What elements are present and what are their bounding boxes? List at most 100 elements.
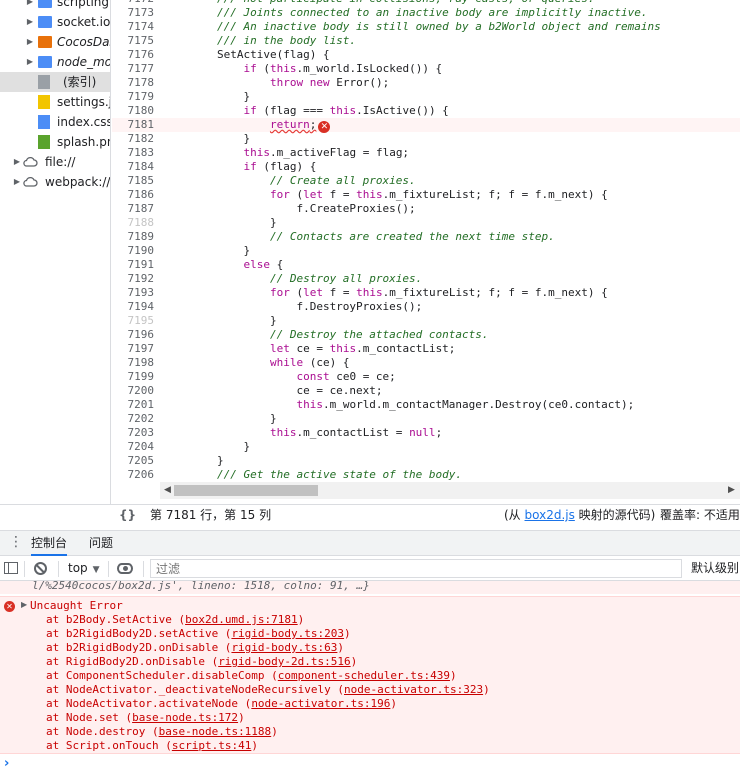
line-number[interactable]: 7180 [112,104,155,118]
line-number[interactable]: 7195 [112,314,155,328]
code-line[interactable]: 7174 /// An inactive body is still owned… [112,20,740,34]
code-line[interactable]: 7188 } [112,216,740,230]
context-selector[interactable]: top ▼ [68,557,100,582]
line-number[interactable]: 7194 [112,300,155,314]
stack-frame-link[interactable]: component-scheduler.ts:439 [278,669,450,682]
line-number[interactable]: 7179 [112,90,155,104]
code-line[interactable]: 7202 } [112,412,740,426]
line-number[interactable]: 7202 [112,412,155,426]
stack-frame-link[interactable]: rigid-body.ts:203 [231,627,344,640]
code-line[interactable]: 7201 this.m_world.m_contactManager.Destr… [112,398,740,412]
tree-item[interactable]: ▶ node_mod [0,52,110,72]
line-number[interactable]: 7181 [112,118,155,132]
tree-item[interactable]: settings.js [0,92,110,112]
expand-arrow-icon[interactable]: ▶ [12,152,22,172]
code-line[interactable]: 7182 } [112,132,740,146]
expand-arrow-icon[interactable]: ▶ [25,52,35,72]
line-number[interactable]: 7191 [112,258,155,272]
tree-item[interactable]: index.css [0,112,110,132]
line-number[interactable]: 7185 [112,174,155,188]
line-number[interactable]: 7197 [112,342,155,356]
code-line[interactable]: 7176 SetActive(flag) { [112,48,740,62]
source-file-link[interactable]: box2d.js [525,508,575,522]
code-line[interactable]: 7183 this.m_activeFlag = flag; [112,146,740,160]
code-line[interactable]: 7199 const ce0 = ce; [112,370,740,384]
scroll-right-arrow-icon[interactable]: ▶ [728,482,735,499]
line-number[interactable]: 7178 [112,76,155,90]
live-expression-eye-icon[interactable] [117,563,133,574]
line-number[interactable]: 7201 [112,398,155,412]
code-line[interactable]: 7180 if (flag === this.IsActive()) { [112,104,740,118]
stack-frame-link[interactable]: node-activator.ts:323 [344,683,483,696]
code-line[interactable]: 7187 f.CreateProxies(); [112,202,740,216]
code-line[interactable]: 7178 throw new Error(); [112,76,740,90]
expand-arrow-icon[interactable]: ▶ [12,172,22,192]
stack-frame-link[interactable]: script.ts:41 [172,739,251,752]
tree-item[interactable]: ▶ scripting [0,0,110,12]
line-number[interactable]: 7189 [112,230,155,244]
tree-item[interactable]: ▶ webpack:// [0,172,110,192]
line-number[interactable]: 7186 [112,188,155,202]
line-number[interactable]: 7198 [112,356,155,370]
editor-horizontal-scrollbar[interactable]: ◀ ▶ [160,482,740,499]
code-line[interactable]: 7203 this.m_contactList = null; [112,426,740,440]
code-line[interactable]: 7206 /// Get the active state of the bod… [112,468,740,482]
code-line[interactable]: 7185 // Create all proxies. [112,174,740,188]
code-line[interactable]: 7191 else { [112,258,740,272]
line-number[interactable]: 7177 [112,62,155,76]
code-editor[interactable]: 7172 /// not participate in collisions, … [112,0,740,482]
more-menu-icon[interactable]: ⋮ [9,535,23,549]
line-number[interactable]: 7192 [112,272,155,286]
line-number[interactable]: 7184 [112,160,155,174]
code-line[interactable]: 7204 } [112,440,740,454]
stack-frame-link[interactable]: node-activator.ts:196 [251,697,390,710]
error-title[interactable]: Uncaught Error [30,599,123,613]
code-line[interactable]: 7200 ce = ce.next; [112,384,740,398]
log-level-dropdown[interactable]: 默认级别 [691,557,739,580]
line-number[interactable]: 7203 [112,426,155,440]
code-line[interactable]: 7184 if (flag) { [112,160,740,174]
line-number[interactable]: 7190 [112,244,155,258]
line-number[interactable]: 7175 [112,34,155,48]
line-number[interactable]: 7193 [112,286,155,300]
code-line[interactable]: 7190 } [112,244,740,258]
line-number[interactable]: 7183 [112,146,155,160]
line-number[interactable]: 7188 [112,216,155,230]
stack-frame-link[interactable]: rigid-body.ts:63 [231,641,337,654]
code-line[interactable]: 7186 for (let f = this.m_fixtureList; f;… [112,188,740,202]
tree-item[interactable]: ▶ CocosDash [0,32,110,52]
stack-frame-link[interactable]: base-node.ts:1188 [159,725,272,738]
scrollbar-thumb[interactable] [174,485,318,496]
tree-item[interactable]: ▶ socket.io [0,12,110,32]
tree-item[interactable]: splash.png [0,132,110,152]
scroll-left-arrow-icon[interactable]: ◀ [164,482,171,499]
code-line[interactable]: 7189 // Contacts are created the next ti… [112,230,740,244]
stack-frame-link[interactable]: rigid-body-2d.ts:516 [218,655,350,668]
clear-console-icon[interactable] [34,562,47,575]
tab-console[interactable]: 控制台 [31,531,68,556]
line-number[interactable]: 7196 [112,328,155,342]
tab-issues[interactable]: 问题 [89,531,113,556]
line-number[interactable]: 7176 [112,48,155,62]
tree-item[interactable]: (索引) [0,72,110,92]
tree-item[interactable]: ▶ file:// [0,152,110,172]
code-line[interactable]: 7175 /// in the body list. [112,34,740,48]
code-line[interactable]: 7196 // Destroy the attached contacts. [112,328,740,342]
line-number[interactable]: 7182 [112,132,155,146]
line-number[interactable]: 7205 [112,454,155,468]
stack-frame-link[interactable]: base-node.ts:172 [132,711,238,724]
expand-arrow-icon[interactable]: ▶ [25,12,35,32]
line-number[interactable]: 7173 [112,6,155,20]
code-line[interactable]: 7179 } [112,90,740,104]
filter-input[interactable] [150,559,682,578]
code-line[interactable]: 7192 // Destroy all proxies. [112,272,740,286]
sidebar-toggle-icon[interactable] [4,562,18,574]
code-line[interactable]: 7177 if (this.m_world.IsLocked()) { [112,62,740,76]
line-number[interactable]: 7200 [112,384,155,398]
code-line[interactable]: 7195 } [112,314,740,328]
stack-frame-link[interactable]: box2d.umd.js:7181 [185,613,298,626]
console-prompt-icon[interactable]: › [4,756,9,771]
line-number[interactable]: 7187 [112,202,155,216]
line-number[interactable]: 7199 [112,370,155,384]
code-line[interactable]: 7181 return; ✕ [112,118,740,133]
